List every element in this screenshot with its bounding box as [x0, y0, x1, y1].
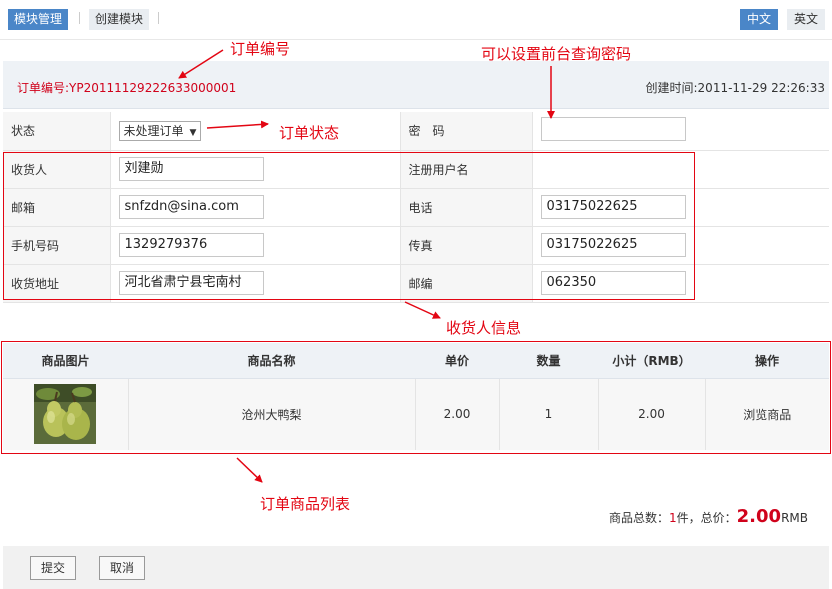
cancel-button[interactable]: 取消 — [99, 556, 146, 580]
status-label: 状态 — [3, 112, 111, 151]
tab-create-module[interactable]: 创建模块 — [89, 9, 150, 30]
password-label: 密 码 — [399, 112, 533, 151]
annotation-password: 可以设置前台查询密码 — [481, 45, 632, 63]
annotation-consignee-info: 收货人信息 — [446, 319, 522, 337]
product-list-highlight-box — [1, 341, 831, 454]
arrow-consignee-info — [404, 301, 441, 319]
totals-count-prefix: 商品总数： — [608, 511, 669, 525]
tab-divider — [158, 12, 159, 24]
status-select-value: 未处理订单 — [123, 123, 184, 138]
annotation-status: 订单状态 — [279, 124, 340, 142]
totals-currency: RMB — [781, 511, 808, 525]
annotation-product-list: 订单商品列表 — [260, 495, 351, 513]
created-time: 创建时间:2011-11-29 22:26:33 — [645, 81, 826, 95]
order-totals: 商品总数：1件，总价：2.00RMB — [609, 506, 808, 527]
totals-count: 1 — [668, 511, 677, 525]
tab-divider — [79, 12, 80, 24]
totals-count-suffix: 件，总价： — [676, 511, 737, 525]
password-input[interactable] — [540, 117, 686, 142]
order-number: 订单编号:YP20111129222633000001 — [17, 81, 237, 95]
language-chinese-button[interactable]: 中文 — [740, 9, 779, 30]
form-row-status: 状态 未处理订单 ▼ 密 码 — [3, 112, 829, 151]
consignee-highlight-box — [3, 152, 695, 300]
arrow-product-list — [236, 457, 263, 483]
top-nav: 模块管理 创建模块 中文 英文 — [0, 0, 832, 40]
chevron-down-icon: ▼ — [189, 127, 197, 138]
submit-button[interactable]: 提交 — [30, 556, 77, 580]
language-english-button[interactable]: 英文 — [787, 9, 826, 30]
form-footer: 提交 取消 — [3, 546, 829, 589]
status-select[interactable]: 未处理订单 ▼ — [118, 120, 202, 141]
annotation-order-number: 订单编号 — [230, 40, 291, 58]
totals-price: 2.00 — [736, 506, 782, 527]
order-header: 订单编号:YP20111129222633000001 创建时间:2011-11… — [3, 61, 829, 109]
tab-module-management[interactable]: 模块管理 — [8, 9, 69, 30]
